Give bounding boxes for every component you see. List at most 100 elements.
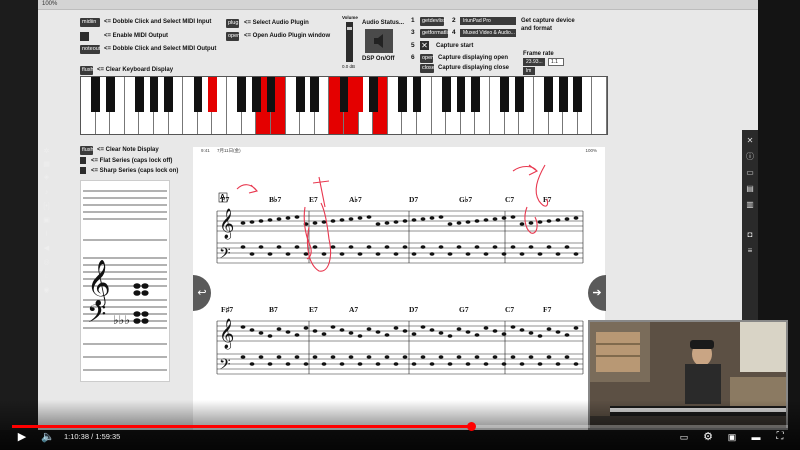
capture-close-help: Capture displaying close xyxy=(438,65,510,71)
note-head xyxy=(564,245,570,249)
dock-icon: ▭ xyxy=(746,168,754,177)
black-key[interactable] xyxy=(164,77,174,112)
miniplayer-icon[interactable]: ▣ xyxy=(724,430,740,444)
black-key[interactable] xyxy=(339,77,349,112)
black-key[interactable] xyxy=(149,77,159,112)
dsp-toggle[interactable] xyxy=(365,29,393,53)
subtitles-icon[interactable]: ▭ xyxy=(676,430,692,444)
sheet-music-view[interactable]: 9:41 7月11日(金) 100% 𝄞 𝄢 𝄞 𝄢 A F7 B♭7 E7 A… xyxy=(193,147,605,430)
sharp-series-toggle[interactable] xyxy=(80,167,86,174)
note-head xyxy=(474,355,480,359)
black-key[interactable] xyxy=(573,77,583,112)
note-head xyxy=(330,325,336,329)
black-key[interactable] xyxy=(295,77,305,112)
circle-icon[interactable]: ◌ xyxy=(42,272,51,281)
midiin-object[interactable]: midiin xyxy=(80,18,100,27)
note-head xyxy=(429,252,435,256)
progress-scrubber[interactable] xyxy=(466,422,476,431)
bass-clef-icon: 𝄢 xyxy=(87,300,106,335)
black-key[interactable] xyxy=(471,77,480,112)
black-key[interactable] xyxy=(91,77,100,112)
black-key[interactable] xyxy=(105,77,115,112)
open-plugin-message[interactable]: open xyxy=(226,32,240,41)
black-key[interactable] xyxy=(368,77,378,112)
volume-icon[interactable]: 🔈 xyxy=(40,430,56,444)
plug-message[interactable]: plug xyxy=(226,19,239,28)
progress-played xyxy=(12,425,471,428)
chord-symbol: E7 xyxy=(309,195,318,204)
music-note-icon[interactable]: ♪ xyxy=(42,188,51,197)
black-key[interactable] xyxy=(208,77,217,112)
video-frame[interactable]: 100% ✲ ▦ ◈ ♪ [•] ▣ ⌇ ◀ ◎ ◌ ◉ midiin <= D… xyxy=(0,0,800,450)
black-key[interactable] xyxy=(514,77,524,112)
note-head xyxy=(483,218,489,222)
note-head xyxy=(555,362,561,366)
cube-icon[interactable]: ◈ xyxy=(42,173,51,182)
paperclip-icon[interactable]: ⌇ xyxy=(42,230,51,239)
target-icon[interactable]: ◎ xyxy=(42,258,51,267)
note-head xyxy=(573,362,579,366)
grid-icon[interactable]: ▦ xyxy=(42,160,51,169)
note-head xyxy=(303,362,309,366)
note-head xyxy=(384,245,390,249)
note-clear-help: <= Clear Note Display xyxy=(97,147,159,153)
note-head xyxy=(447,222,453,226)
chord-symbol: E7 xyxy=(309,305,318,314)
black-key[interactable] xyxy=(135,77,144,112)
piano-keyboard[interactable] xyxy=(80,76,608,135)
note-head xyxy=(501,252,507,256)
black-key[interactable] xyxy=(237,77,247,112)
zoom-level[interactable]: 100% xyxy=(42,0,57,9)
format-menu[interactable]: Muxed Video & Audio... xyxy=(460,29,516,37)
play-icon[interactable]: ▶ xyxy=(14,430,30,444)
speaker-icon[interactable]: ◀ xyxy=(42,244,51,253)
midi-enable-toggle[interactable] xyxy=(80,32,89,41)
note-head xyxy=(429,362,435,366)
time-display: 1:10:38 / 1:59:35 xyxy=(64,432,120,441)
bracket-icon[interactable]: [•] xyxy=(42,202,51,211)
getformatlist-message[interactable]: getformatlist xyxy=(420,29,452,38)
white-key[interactable] xyxy=(592,77,607,134)
black-key[interactable] xyxy=(544,77,553,112)
black-key[interactable] xyxy=(251,77,261,112)
gear-icon[interactable]: ✲ xyxy=(42,147,51,156)
frame-rate-number[interactable]: 1.1 xyxy=(548,58,564,66)
getdevlist-message[interactable]: getdevlist xyxy=(420,17,445,26)
black-key[interactable] xyxy=(456,77,466,112)
note-head xyxy=(546,219,552,223)
settings-gear-icon[interactable]: ⚙ xyxy=(700,430,716,444)
black-key[interactable] xyxy=(266,77,276,112)
black-key[interactable] xyxy=(500,77,510,112)
capture-open-help: Capture displaying open xyxy=(438,55,509,61)
volume-slider[interactable] xyxy=(346,22,353,62)
black-key[interactable] xyxy=(354,77,363,112)
image-icon[interactable]: ▣ xyxy=(42,216,51,225)
note-head xyxy=(456,355,462,359)
frame-rate-menu[interactable]: lm xyxy=(523,67,535,75)
volume-slider-knob[interactable] xyxy=(347,27,352,30)
black-key[interactable] xyxy=(441,77,451,112)
audio-status-label[interactable]: Audio Status... xyxy=(362,19,404,27)
capture-open-message[interactable]: open xyxy=(420,54,434,63)
capture-start-toggle[interactable]: ✕ xyxy=(420,41,429,50)
kbd-flush-message[interactable]: flush xyxy=(80,66,94,75)
note-head xyxy=(375,252,381,256)
note-flush-message[interactable]: flush xyxy=(80,146,94,155)
theater-mode-icon[interactable]: ▬ xyxy=(748,430,764,444)
black-key[interactable] xyxy=(310,77,320,112)
note-head xyxy=(294,355,300,359)
capture-close-message[interactable]: close xyxy=(420,64,435,73)
note-head xyxy=(438,355,444,359)
black-key[interactable] xyxy=(193,77,203,112)
black-key[interactable] xyxy=(558,77,568,112)
patch-titlebar: 100% xyxy=(38,0,758,10)
device-menu[interactable]: IriunPad Pro xyxy=(460,17,516,25)
black-key[interactable] xyxy=(412,77,422,112)
noteout-object[interactable]: noteout xyxy=(80,45,100,54)
progress-bar[interactable] xyxy=(12,422,788,431)
dot-icon[interactable]: ◉ xyxy=(42,286,51,295)
dsp-label: DSP On/Off xyxy=(362,56,395,62)
black-key[interactable] xyxy=(398,77,407,112)
flat-series-toggle[interactable] xyxy=(80,157,86,164)
fullscreen-icon[interactable]: ⛶ xyxy=(772,430,788,444)
